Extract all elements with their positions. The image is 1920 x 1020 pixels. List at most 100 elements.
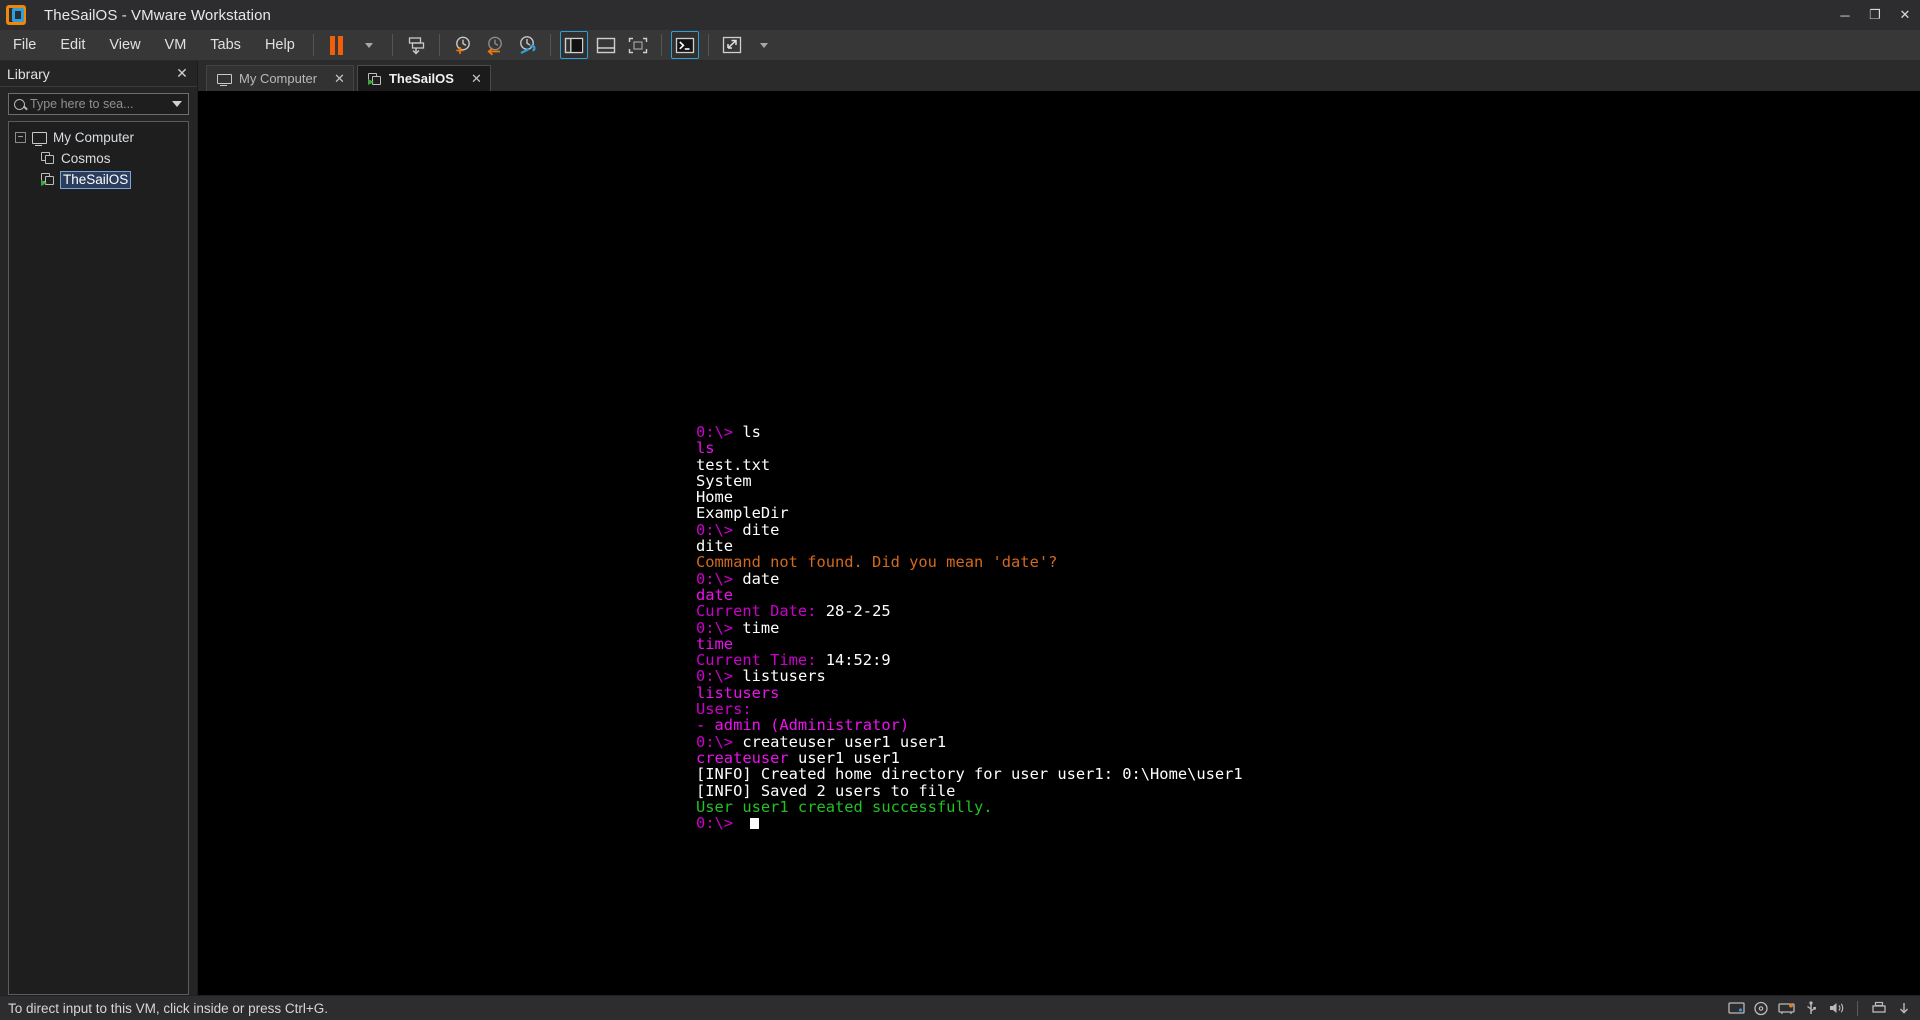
terminal-text: ls (696, 439, 715, 458)
toolbar-separator (707, 34, 709, 56)
terminal-line: time (696, 636, 1243, 652)
terminal-text: System (696, 471, 752, 490)
terminal-text: 28-2-25 (825, 602, 891, 621)
menu-tabs[interactable]: Tabs (199, 31, 252, 59)
hard-disk-icon[interactable] (1728, 1001, 1745, 1015)
terminal-line: System (696, 473, 1243, 489)
usb-device-icon[interactable] (1803, 1001, 1819, 1015)
terminal-line: test.txt (696, 455, 1243, 474)
printer-icon[interactable] (1871, 1001, 1887, 1015)
search-icon (14, 98, 25, 110)
close-icon[interactable]: ✕ (174, 65, 190, 82)
unity-dropdown-button[interactable] (750, 31, 778, 59)
fullscreen-button[interactable] (624, 31, 652, 59)
tab-my-computer[interactable]: My Computer ✕ (206, 65, 354, 91)
snapshot-manager-button[interactable] (513, 31, 541, 59)
menu-edit[interactable]: Edit (49, 31, 96, 59)
tree-item-cosmos[interactable]: Cosmos (9, 148, 188, 169)
toolbar-separator (312, 34, 314, 56)
revert-snapshot-button[interactable] (481, 31, 509, 59)
chevron-down-icon (759, 42, 768, 48)
vm-console-screen[interactable]: 0:\> ls ls test.txt System Home ExampleDir 0:\… (198, 91, 1920, 995)
terminal-text: Current Time: (696, 651, 826, 670)
message-log-icon[interactable] (1896, 1001, 1912, 1015)
library-sidebar: Library ✕ − My Computer (0, 61, 198, 995)
terminal-line: 0:\> dite (696, 522, 1243, 538)
status-message: To direct input to this VM, click inside… (8, 1000, 328, 1016)
suspend-button[interactable] (323, 31, 351, 59)
terminal-text: test.txt (696, 455, 771, 474)
tab-thesailos[interactable]: TheSailOS ✕ (356, 65, 491, 91)
terminal-text: dite (742, 520, 780, 539)
terminal-line: Current Time: 14:52:9 (696, 652, 1243, 668)
terminal-text: time (696, 634, 734, 653)
toolbar-separator (391, 34, 393, 56)
sound-card-icon[interactable] (1828, 1001, 1844, 1015)
tree-item-label: My Computer (53, 129, 135, 145)
library-title: Library (7, 65, 50, 82)
terminal-line: ExampleDir (696, 505, 1243, 521)
library-header: Library ✕ (0, 61, 197, 87)
collapse-expander-icon[interactable]: − (15, 132, 26, 143)
terminal-line: ls (696, 440, 1243, 456)
terminal-text: 0:\> (696, 814, 743, 833)
search-input[interactable] (30, 97, 168, 111)
tab-strip: My Computer ✕ TheSailOS ✕ (198, 61, 1920, 91)
tree-item-my-computer[interactable]: − My Computer (9, 127, 188, 148)
search-box[interactable] (8, 93, 189, 115)
console-prompt-icon (675, 37, 694, 53)
menu-file[interactable]: File (2, 31, 47, 59)
chevron-down-icon[interactable] (172, 101, 182, 107)
terminal-line: 0:\> time (696, 618, 1243, 637)
terminal-line: Home (696, 489, 1243, 505)
bottom-panel-icon (596, 37, 615, 53)
terminal-text: date (742, 569, 780, 588)
terminal-text: Current Date: (696, 602, 826, 621)
network-adapter-icon[interactable] (1778, 1001, 1795, 1015)
send-keys-icon (408, 37, 424, 55)
library-tree: − My Computer Cosmos TheSailOS (8, 121, 189, 995)
vmware-logo-icon (6, 5, 26, 25)
close-button[interactable]: ✕ (1890, 0, 1920, 30)
terminal-line: User user1 created successfully. (696, 799, 1243, 815)
terminal-text: 0:\> (696, 732, 743, 751)
show-library-button[interactable] (559, 31, 588, 59)
terminal-line: 0:\> createuser user1 user1 (696, 732, 1243, 751)
terminal-text: Home (696, 488, 734, 507)
cd-dvd-icon[interactable] (1753, 1001, 1769, 1016)
tree-item-thesailos[interactable]: TheSailOS (9, 169, 188, 190)
terminal-text: ExampleDir (696, 504, 789, 523)
window-title: TheSailOS - VMware Workstation (44, 6, 271, 24)
menu-help[interactable]: Help (254, 31, 306, 59)
status-bar: To direct input to this VM, click inside… (0, 995, 1920, 1020)
close-icon[interactable]: ✕ (471, 72, 482, 85)
terminal-text: 0:\> (696, 618, 743, 637)
maximize-button[interactable]: ❐ (1860, 0, 1890, 30)
close-icon[interactable]: ✕ (334, 72, 345, 85)
terminal-text: ls (742, 423, 761, 441)
vm-icon (41, 152, 55, 165)
show-thumbnail-bar-button[interactable] (592, 31, 620, 59)
toolbar-separator (438, 34, 440, 56)
terminal-line: Current Date: 28-2-25 (696, 603, 1243, 619)
power-dropdown-button[interactable] (355, 31, 383, 59)
menu-bar: File Edit View VM Tabs Help (0, 30, 1920, 61)
take-snapshot-button[interactable] (449, 31, 477, 59)
menu-vm[interactable]: VM (154, 31, 198, 59)
terminal-output: 0:\> ls ls test.txt System Home ExampleDir 0:\… (696, 424, 1243, 831)
terminal-line: date (696, 587, 1243, 603)
menu-view[interactable]: View (98, 31, 151, 59)
minimize-button[interactable]: ─ (1830, 0, 1860, 30)
vm-running-icon (41, 173, 55, 186)
terminal-text: User user1 created successfully. (696, 797, 993, 816)
chevron-down-icon (364, 42, 373, 48)
console-view-button[interactable] (670, 31, 699, 59)
send-ctrl-alt-del-button[interactable] (402, 31, 430, 59)
vm-running-icon (367, 72, 382, 85)
vm-pane: My Computer ✕ TheSailOS ✕ 0:\> ls ls test.… (198, 61, 1920, 995)
terminal-line: listusers (696, 685, 1243, 701)
tab-label: My Computer (239, 71, 318, 86)
unity-button[interactable] (718, 31, 746, 59)
tree-item-label: TheSailOS (59, 170, 132, 189)
monitor-icon (217, 73, 232, 86)
